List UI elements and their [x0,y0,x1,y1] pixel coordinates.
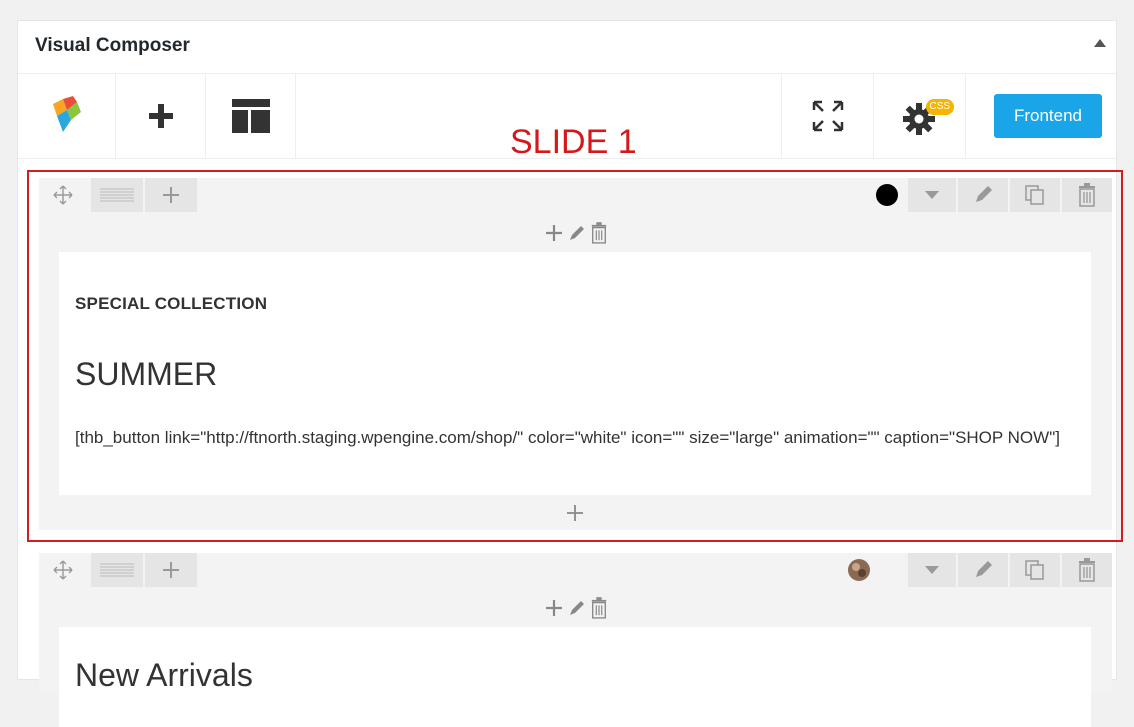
clone-icon [1025,560,1044,580]
panel-header[interactable]: Visual Composer [18,21,1116,74]
pencil-icon [976,561,992,577]
plus-icon [148,104,173,128]
row-layout-button[interactable] [91,553,143,587]
row-controls [39,553,1112,589]
vc-logo-icon [52,96,81,132]
frontend-button[interactable]: Frontend [994,94,1102,138]
add-element-icon[interactable] [544,598,564,618]
layout-icon [231,99,270,133]
add-element-button[interactable] [116,74,206,158]
fullscreen-icon [812,100,843,132]
column-tools [39,589,1112,627]
layout-lines-icon [100,563,134,577]
row-slide-2: New Arrivals [39,553,1112,727]
collapse-arrow-icon[interactable] [1094,39,1106,47]
custom-css-button[interactable]: CSS [873,74,965,158]
custom-css-wrap: CSS [890,86,955,146]
text-block[interactable]: New Arrivals [59,627,1091,727]
pencil-icon[interactable] [567,598,587,618]
edit-row-button[interactable] [958,553,1008,587]
plus-icon [163,562,179,578]
clone-row-button[interactable] [1010,553,1060,587]
trash-icon[interactable] [590,597,608,619]
fullscreen-button[interactable] [781,74,873,158]
delete-row-button[interactable] [1062,553,1112,587]
panel-title: Visual Composer [35,35,190,56]
move-handle-icon[interactable] [45,553,81,587]
templates-button[interactable] [206,74,296,158]
vc-logo-button[interactable] [18,74,116,158]
chevron-down-icon [925,566,939,574]
slide-heading: New Arrivals [75,657,253,693]
add-column-button[interactable] [145,553,197,587]
css-badge: CSS [925,99,955,115]
slide-1-highlight-frame [27,170,1123,542]
trash-icon [1079,558,1095,582]
row-background-thumbnail [844,553,874,587]
toggle-row-button[interactable] [908,553,956,587]
slide-annotation-label: SLIDE 1 [510,123,637,161]
